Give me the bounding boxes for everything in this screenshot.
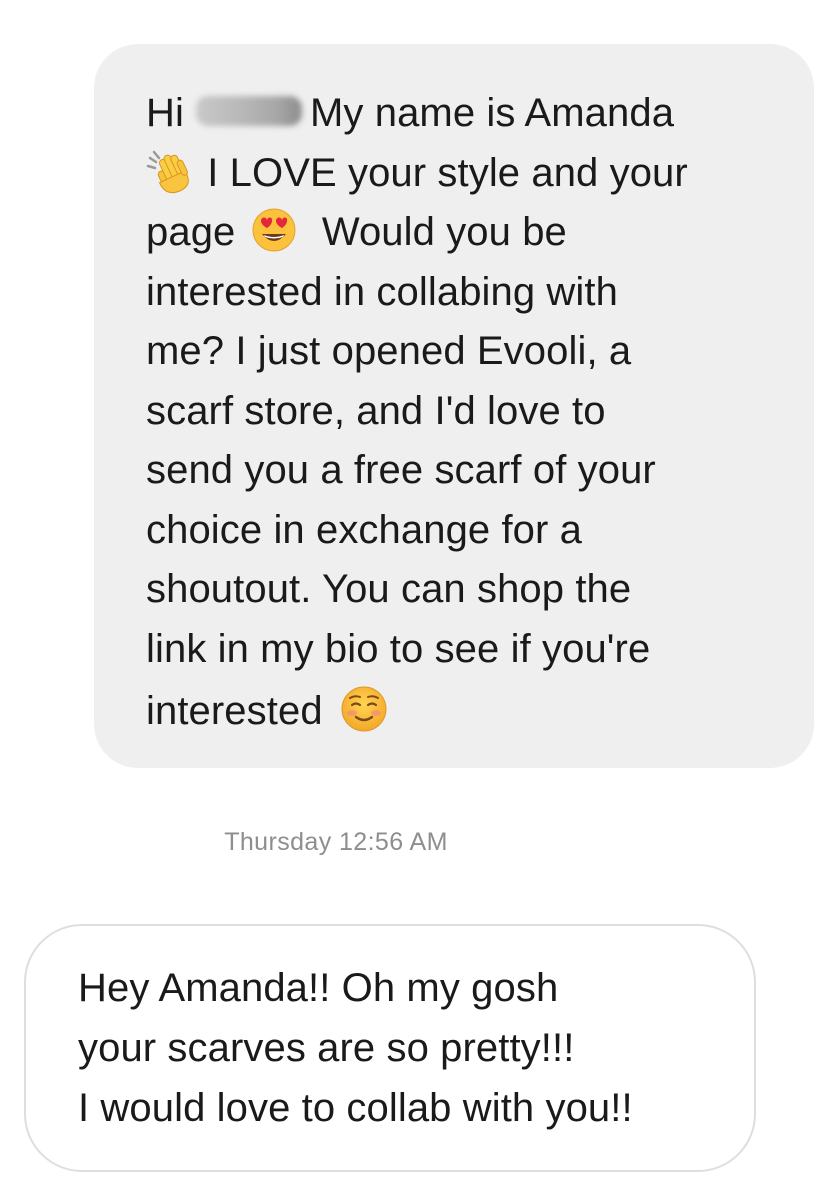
message-line: choice in exchange for a	[146, 507, 583, 552]
message-line: I would love to collab with you!!	[78, 1086, 633, 1130]
message-line: Hey Amanda!! Oh my gosh	[78, 966, 559, 1010]
greeting-text: Hi	[146, 91, 184, 135]
message-line: page Would you be	[146, 203, 774, 263]
received-message-bubble[interactable]: Hi My name is Amanda I LOVE your style an…	[94, 44, 814, 768]
message-line: shoutout. You can shop the	[146, 567, 632, 611]
heart-eyes-icon	[251, 207, 297, 253]
message-text: page	[146, 210, 236, 254]
smiling-blush-icon	[340, 685, 388, 733]
message-line: scarf store, and I'd love to	[146, 388, 606, 433]
message-text: I LOVE your style and your	[207, 150, 688, 195]
redacted-name	[195, 96, 302, 127]
message-text: interested	[146, 689, 323, 733]
message-thread[interactable]: Hi My name is Amanda I LOVE your style an…	[0, 0, 838, 1203]
waving-hand-icon	[146, 148, 196, 194]
sent-message-bubble[interactable]: Hey Amanda!! Oh my gosh your scarves are…	[24, 924, 756, 1172]
message-line: your scarves are so pretty!!!	[78, 1026, 575, 1070]
message-text: My name is Amanda	[309, 91, 675, 135]
message-line: link in my bio to see if you're	[146, 626, 651, 671]
message-line: interested in collabing with	[146, 269, 618, 314]
message-text: Would you be	[321, 210, 567, 254]
message-line: I LOVE your style and your	[146, 144, 774, 204]
message-line: send you a free scarf of your	[146, 448, 656, 492]
message-line: Hi My name is Amanda	[146, 84, 774, 144]
message-timestamp: Thursday 12:56 AM	[224, 828, 448, 856]
message-line: interested	[146, 679, 774, 743]
message-line: me? I just opened Evooli, a	[146, 329, 632, 373]
